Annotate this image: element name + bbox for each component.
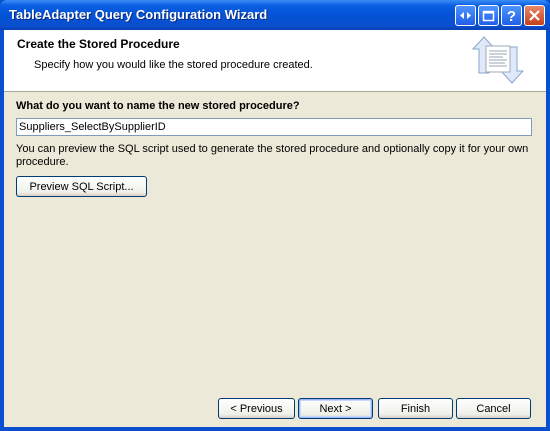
next-button[interactable]: Next > <box>298 398 373 419</box>
context-help-icon[interactable] <box>455 5 476 26</box>
preview-description: You can preview the SQL script used to g… <box>16 143 529 168</box>
page-title: Create the Stored Procedure <box>17 37 180 51</box>
svg-text:?: ? <box>507 8 516 25</box>
page-subtitle: Specify how you would like the stored pr… <box>34 59 313 71</box>
restore-icon[interactable] <box>478 5 499 26</box>
window-title: TableAdapter Query Configuration Wizard <box>9 7 268 22</box>
wizard-arrows-icon <box>471 36 525 84</box>
close-icon[interactable] <box>524 5 545 26</box>
previous-button[interactable]: < Previous <box>218 398 295 419</box>
finish-button[interactable]: Finish <box>378 398 453 419</box>
preview-sql-script-button[interactable]: Preview SQL Script... <box>16 176 147 197</box>
wizard-window: TableAdapter Query Configuration Wizard … <box>0 0 550 431</box>
procedure-name-input[interactable] <box>16 118 532 136</box>
wizard-header: Create the Stored Procedure Specify how … <box>4 30 546 92</box>
procedure-name-label: What do you want to name the new stored … <box>16 100 300 112</box>
dialog-body: Create the Stored Procedure Specify how … <box>4 30 546 427</box>
title-bar[interactable]: TableAdapter Query Configuration Wizard … <box>0 0 550 30</box>
cancel-button[interactable]: Cancel <box>456 398 531 419</box>
help-icon[interactable]: ? <box>501 5 522 26</box>
